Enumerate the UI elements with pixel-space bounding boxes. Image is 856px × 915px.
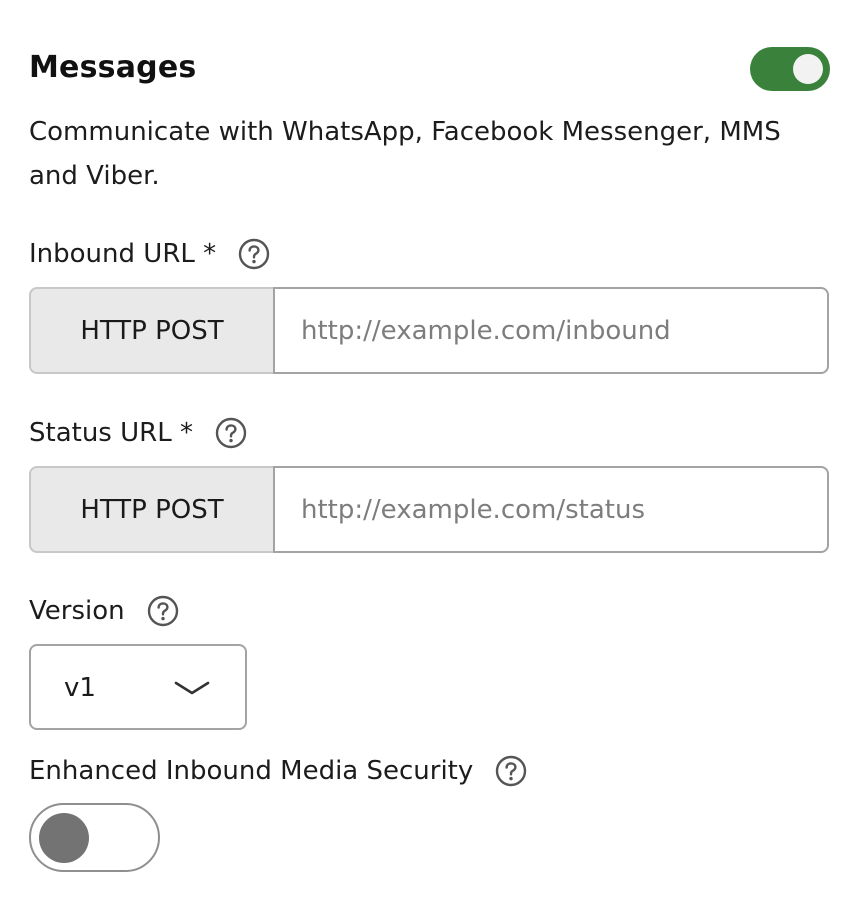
version-selected-value: v1 bbox=[64, 673, 96, 703]
question-circle-icon[interactable] bbox=[215, 417, 247, 449]
inbound-http-method[interactable]: HTTP POST bbox=[29, 287, 273, 374]
media-security-label: Enhanced Inbound Media Security bbox=[29, 756, 474, 786]
inbound-url-label-row: Inbound URL * bbox=[29, 236, 270, 272]
version-label: Version bbox=[29, 596, 125, 626]
inbound-url-input[interactable] bbox=[273, 287, 829, 374]
messages-capability-panel: Messages Communicate with WhatsApp, Face… bbox=[29, 0, 830, 915]
version-select[interactable]: v1 bbox=[29, 644, 247, 730]
toggle-knob bbox=[793, 54, 823, 84]
inbound-url-label: Inbound URL * bbox=[29, 239, 217, 269]
question-circle-icon[interactable] bbox=[147, 595, 179, 627]
status-url-label-row: Status URL * bbox=[29, 415, 247, 451]
status-url-input[interactable] bbox=[273, 466, 829, 553]
media-security-label-row: Enhanced Inbound Media Security bbox=[29, 753, 527, 789]
status-http-method[interactable]: HTTP POST bbox=[29, 466, 273, 553]
media-security-toggle[interactable] bbox=[29, 803, 160, 872]
version-label-row: Version bbox=[29, 593, 179, 629]
question-circle-icon[interactable] bbox=[495, 755, 527, 787]
section-description: Communicate with WhatsApp, Facebook Mess… bbox=[29, 117, 781, 191]
inbound-url-group: HTTP POST bbox=[29, 287, 829, 374]
toggle-knob bbox=[39, 813, 89, 863]
question-circle-icon[interactable] bbox=[238, 238, 270, 270]
chevron-down-icon bbox=[174, 679, 210, 699]
status-url-label: Status URL * bbox=[29, 418, 193, 448]
status-url-group: HTTP POST bbox=[29, 466, 829, 553]
messages-toggle[interactable] bbox=[750, 47, 830, 91]
section-title: Messages bbox=[29, 50, 197, 85]
